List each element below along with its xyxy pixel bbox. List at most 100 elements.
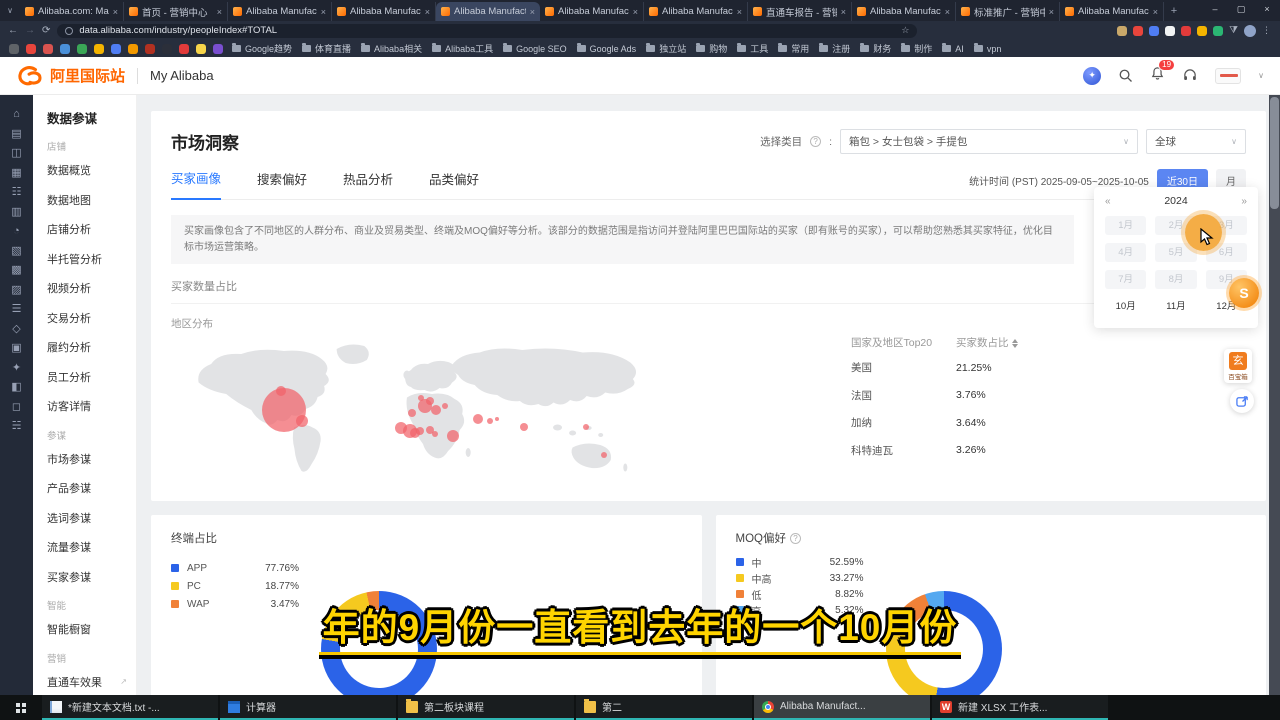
sidebar-item[interactable]: 数据概览 ↗ <box>47 162 136 178</box>
calendar-month-cell[interactable]: 11月 <box>1155 297 1196 316</box>
minimize-button[interactable]: – <box>1202 0 1228 18</box>
url-text[interactable]: data.alibaba.com/industry/peopleIndex#TO… <box>79 25 277 36</box>
sidebar-item[interactable]: 数据地图 ↗ <box>47 192 136 208</box>
legend-row[interactable]: APP 77.76% <box>171 559 682 577</box>
bookmark-star-icon[interactable]: ☆ <box>901 25 909 36</box>
close-button[interactable]: × <box>1254 0 1280 18</box>
bookmark-folder[interactable]: Alibaba相关 <box>361 42 422 55</box>
bookmark-folder[interactable]: 财务 <box>860 42 891 55</box>
legend-row[interactable]: 中 52.59% <box>736 554 1247 570</box>
rail-icon[interactable]: ▥ <box>11 206 21 219</box>
account-chevron-down-icon[interactable]: ∨ <box>1258 71 1264 80</box>
taskbar-item[interactable]: 第二 <box>576 695 752 720</box>
taskbar-item[interactable]: *新建文本文档.txt -... <box>42 695 218 720</box>
rail-icon[interactable]: ◫ <box>11 147 21 160</box>
calendar-month-cell[interactable]: 10月 <box>1105 297 1146 316</box>
browser-tab[interactable]: Alibaba Manufacturer D <box>644 2 748 21</box>
insight-tab[interactable]: 搜索偏好 <box>257 169 307 199</box>
extension-icon[interactable] <box>1197 26 1207 36</box>
rail-icon[interactable]: ✦ <box>12 362 21 375</box>
region-select[interactable]: 全球 ∨ <box>1146 129 1246 154</box>
bookmark-folder[interactable]: Google趋势 <box>232 42 292 55</box>
bookmark-favicon-icon[interactable] <box>179 44 189 54</box>
extension-icon[interactable] <box>1213 26 1223 36</box>
product-name[interactable]: My Alibaba <box>150 68 214 83</box>
tab-close-icon[interactable] <box>945 7 950 17</box>
bookmark-folder[interactable]: Alibaba工具 <box>432 42 493 55</box>
brand-name[interactable]: 阿里国际站 <box>50 65 125 86</box>
bookmark-favicon-icon[interactable] <box>60 44 70 54</box>
rail-icon[interactable]: ◔ <box>13 225 20 238</box>
xuan-toolbox-widget[interactable]: 玄 百宝箱 <box>1224 349 1252 383</box>
headset-icon[interactable] <box>1182 68 1198 83</box>
legend-row[interactable]: PC 18.77% <box>171 577 682 595</box>
rail-icon[interactable]: ◇ <box>12 323 20 336</box>
url-field[interactable]: data.alibaba.com/industry/peopleIndex#TO… <box>57 24 917 38</box>
tab-search-chevron-icon[interactable]: ∨ <box>0 0 20 21</box>
rail-icon[interactable]: ▣ <box>11 342 21 355</box>
extension-icon[interactable] <box>1117 26 1127 36</box>
browser-tab[interactable]: 标准推广 - 营销中心 <box>956 2 1060 21</box>
bookmark-favicon-icon[interactable] <box>9 44 19 54</box>
legend-row[interactable]: 中高 33.27% <box>736 570 1247 586</box>
category-select[interactable]: 箱包 > 女士包袋 > 手提包 ∨ <box>840 129 1138 154</box>
browser-tab[interactable]: Alibaba Manufacturer D <box>228 2 332 21</box>
forward-icon[interactable]: → <box>25 25 35 36</box>
tab-close-icon[interactable] <box>530 7 535 17</box>
insight-tab[interactable]: 买家画像 <box>171 168 221 200</box>
browser-menu-icon[interactable]: ⋮ <box>1262 25 1272 36</box>
tab-close-icon[interactable] <box>841 7 846 17</box>
tab-close-icon[interactable] <box>1049 7 1054 17</box>
sidebar-item[interactable]: 交易分析 ↗ <box>47 310 136 326</box>
bookmark-favicon-icon[interactable] <box>77 44 87 54</box>
calendar-month-cell[interactable]: 1月 <box>1105 216 1146 235</box>
sidebar-item[interactable]: 视频分析 ↗ <box>47 280 136 296</box>
sidebar-item[interactable]: 员工分析 ↗ <box>47 369 136 385</box>
tab-close-icon[interactable] <box>633 7 638 17</box>
extension-icon[interactable] <box>1181 26 1191 36</box>
sidebar-item[interactable]: 访客详情 ↗ <box>47 398 136 414</box>
bookmark-folder[interactable]: vpn <box>974 42 1002 55</box>
tab-close-icon[interactable] <box>1153 7 1158 17</box>
start-button[interactable] <box>0 695 42 720</box>
share-float-widget[interactable] <box>1230 389 1254 413</box>
account-avatar[interactable] <box>1215 68 1241 84</box>
taskbar-item[interactable]: 新建 XLSX 工作表... <box>932 695 1108 720</box>
bookmark-favicon-icon[interactable] <box>162 44 172 54</box>
bookmark-folder[interactable]: AI <box>942 42 964 55</box>
browser-tab[interactable]: Alibaba Manufacturer D <box>540 2 644 21</box>
bookmark-folder[interactable]: 注册 <box>819 42 850 55</box>
discover-compass-icon[interactable]: ✦ <box>1083 67 1101 85</box>
site-info-icon[interactable] <box>65 27 73 35</box>
browser-tab[interactable]: 首页 - 营销中心 <box>124 2 228 21</box>
maximize-button[interactable]: ▢ <box>1228 0 1254 18</box>
bookmark-favicon-icon[interactable] <box>26 44 36 54</box>
sidebar-item[interactable]: 市场参谋 ↗ <box>47 451 136 467</box>
refresh-icon[interactable]: ⟳ <box>42 25 50 36</box>
sidebar-item[interactable]: 直通车效果 ↗ <box>47 674 136 690</box>
rail-icon[interactable]: ☷ <box>12 186 22 199</box>
bookmark-favicon-icon[interactable] <box>94 44 104 54</box>
extensions-puzzle-icon[interactable]: ⧩ <box>1229 25 1238 36</box>
notifications[interactable]: 19 <box>1150 66 1165 86</box>
sidebar-item[interactable]: 买家参谋 ↗ <box>47 569 136 585</box>
taskbar-item[interactable]: 计算器 <box>220 695 396 720</box>
tab-close-icon[interactable] <box>425 7 430 17</box>
rail-icon[interactable]: ◧ <box>11 381 21 394</box>
help-icon[interactable] <box>790 533 801 544</box>
rail-icon[interactable]: ⌂ <box>13 108 20 121</box>
rail-icon[interactable]: ☰ <box>12 303 22 316</box>
rail-icon[interactable]: ▨ <box>11 284 21 297</box>
rail-icon[interactable]: ▤ <box>11 128 21 141</box>
bookmark-folder[interactable]: 常用 <box>778 42 809 55</box>
new-tab-button[interactable] <box>1164 5 1184 17</box>
sidebar-item[interactable]: 店铺分析 ↗ <box>47 221 136 237</box>
calendar-prev-icon[interactable]: « <box>1105 196 1111 207</box>
calendar-month-cell[interactable]: 7月 <box>1105 270 1146 289</box>
browser-tab[interactable]: Alibaba Manufacturer D <box>436 2 540 21</box>
calendar-month-cell[interactable]: 4月 <box>1105 243 1146 262</box>
tab-close-icon[interactable] <box>113 7 118 17</box>
bookmark-favicon-icon[interactable] <box>128 44 138 54</box>
help-icon[interactable] <box>810 136 821 147</box>
bookmark-favicon-icon[interactable] <box>196 44 206 54</box>
